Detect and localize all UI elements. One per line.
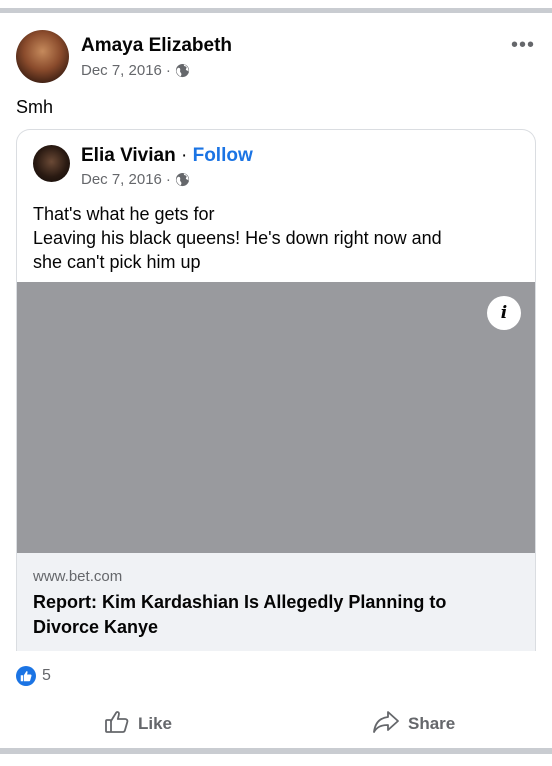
reaction-summary[interactable]: 5 — [16, 666, 51, 686]
like-button[interactable]: Like — [104, 708, 172, 740]
globe-icon[interactable] — [175, 63, 190, 78]
shared-separator: · — [180, 145, 188, 166]
follow-button[interactable]: Follow — [193, 145, 253, 166]
meta-separator: · — [165, 62, 171, 79]
shared-post-text: That's what he gets for Leaving his blac… — [33, 202, 523, 274]
author-avatar[interactable] — [16, 30, 69, 83]
shared-post-card[interactable]: Elia Vivian · Follow Dec 7, 2016 · That'… — [16, 129, 536, 651]
more-options-icon[interactable]: ••• — [508, 34, 538, 56]
reaction-count: 5 — [42, 667, 51, 684]
link-title[interactable]: Report: Kim Kardashian Is Allegedly Plan… — [33, 590, 513, 640]
feed-divider-bottom — [0, 748, 552, 754]
link-preview-image[interactable]: i — [17, 282, 535, 553]
action-bar: Like Share — [0, 708, 552, 740]
shared-header: Elia Vivian · Follow — [81, 145, 253, 167]
post-text: Smh — [16, 97, 54, 117]
like-reaction-icon — [16, 666, 36, 686]
post-meta: Dec 7, 2016 · — [81, 62, 190, 79]
link-preview-info[interactable]: www.bet.com Report: Kim Kardashian Is Al… — [17, 553, 535, 651]
shared-date[interactable]: Dec 7, 2016 — [81, 171, 162, 188]
post-date[interactable]: Dec 7, 2016 — [81, 62, 162, 79]
share-label: Share — [408, 714, 456, 733]
author-name[interactable]: Amaya Elizabeth — [81, 35, 232, 57]
globe-icon[interactable] — [175, 172, 190, 187]
like-label: Like — [138, 714, 173, 733]
shared-meta: Dec 7, 2016 · — [81, 171, 190, 188]
feed-post: Amaya Elizabeth Dec 7, 2016 · ••• Smh El… — [0, 13, 552, 748]
shared-author-avatar[interactable] — [33, 145, 70, 182]
shared-text-line: she can't pick him up — [33, 252, 201, 272]
shared-text-line: That's what he gets for — [33, 204, 215, 224]
thumbs-up-icon — [104, 709, 130, 740]
link-domain: www.bet.com — [33, 568, 123, 585]
shared-author-name[interactable]: Elia Vivian — [81, 145, 176, 166]
info-icon[interactable]: i — [487, 296, 521, 330]
share-button[interactable]: Share — [372, 708, 455, 740]
share-arrow-icon — [372, 709, 400, 740]
shared-meta-separator: · — [165, 171, 171, 188]
shared-text-line: Leaving his black queens! He's down righ… — [33, 228, 442, 248]
